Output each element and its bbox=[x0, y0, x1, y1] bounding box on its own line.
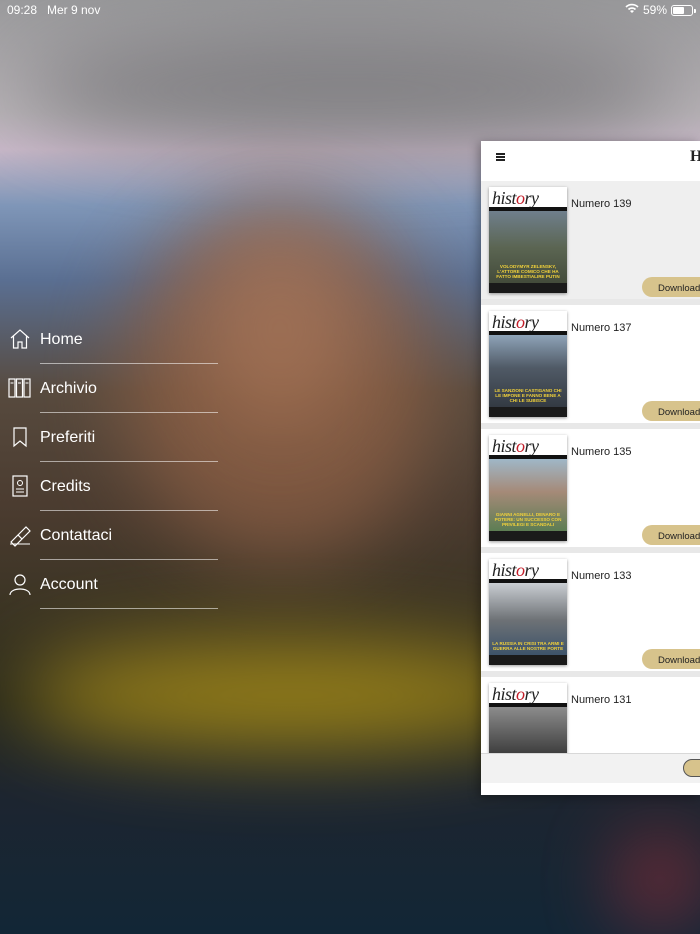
menu-item-account[interactable]: Account bbox=[0, 560, 230, 609]
battery-icon bbox=[671, 4, 696, 16]
issue-list[interactable]: history VOLODYMYR ZELENSKY, L'ATTORE COM… bbox=[481, 181, 700, 753]
issue-cover[interactable]: history GIANNI AGNELLI, DENARO E POTERE:… bbox=[489, 435, 567, 541]
menu-item-credits[interactable]: Credits bbox=[0, 462, 230, 511]
cover-masthead: history bbox=[492, 312, 539, 332]
cover-masthead: history bbox=[492, 436, 539, 456]
issue-row[interactable]: history LE SANZIONI CASTIGANO CHI LE IMP… bbox=[481, 305, 700, 423]
battery-percent: 59% bbox=[642, 3, 667, 17]
panel-footer bbox=[481, 753, 700, 783]
menu-label: Archivio bbox=[40, 380, 97, 397]
menu-item-contattaci[interactable]: Contattaci bbox=[0, 511, 230, 560]
issue-title: Numero 131 bbox=[571, 694, 632, 706]
issue-row[interactable]: history GIANNI AGNELLI, DENARO E POTERE:… bbox=[481, 429, 700, 547]
download-button[interactable]: Download bbox=[642, 401, 700, 421]
home-icon bbox=[8, 327, 32, 351]
cover-caption: LA RUSSIA IN CRISI TRA ARMI E GUERRA ALL… bbox=[492, 641, 564, 651]
status-right: 59% bbox=[625, 3, 696, 17]
download-button[interactable]: Download bbox=[642, 649, 700, 669]
credits-icon bbox=[8, 474, 32, 498]
issue-cover[interactable]: history LA RUSSIA IN CRISI TRA ARMI E GU… bbox=[489, 559, 567, 665]
panel-header: H bbox=[481, 141, 700, 181]
issue-title: Numero 139 bbox=[571, 198, 632, 210]
status-time: 09:28 bbox=[7, 3, 38, 17]
cover-masthead: history bbox=[492, 684, 539, 704]
status-bar: 09:28 Mer 9 nov 59% bbox=[0, 0, 700, 20]
menu-divider bbox=[40, 608, 218, 609]
menu-label: Credits bbox=[40, 478, 91, 495]
menu-item-preferiti[interactable]: Preferiti bbox=[0, 413, 230, 462]
status-date: Mer 9 nov bbox=[47, 3, 101, 17]
issue-title: Numero 133 bbox=[571, 570, 632, 582]
issue-cover[interactable]: history bbox=[489, 683, 567, 753]
wifi-icon bbox=[625, 3, 639, 17]
cover-masthead: history bbox=[492, 560, 539, 580]
archive-panel: H history VOLODYMYR ZELENSKY, L'ATTORE C… bbox=[481, 141, 700, 795]
cover-caption: LE SANZIONI CASTIGANO CHI LE IMPONE E FA… bbox=[494, 388, 562, 403]
issue-cover[interactable]: history LE SANZIONI CASTIGANO CHI LE IMP… bbox=[489, 311, 567, 417]
pen-icon bbox=[8, 523, 32, 547]
app-logo: H bbox=[690, 148, 700, 165]
side-menu: Home Archivio Preferiti Credits Contatta… bbox=[0, 315, 230, 609]
menu-label: Preferiti bbox=[40, 429, 96, 446]
user-icon bbox=[8, 572, 32, 596]
download-button[interactable]: Download bbox=[642, 525, 700, 545]
archive-icon bbox=[8, 376, 32, 400]
issue-cover[interactable]: history VOLODYMYR ZELENSKY, L'ATTORE COM… bbox=[489, 187, 567, 293]
issue-title: Numero 137 bbox=[571, 322, 632, 334]
menu-item-home[interactable]: Home bbox=[0, 315, 230, 364]
issue-row[interactable]: history LA RUSSIA IN CRISI TRA ARMI E GU… bbox=[481, 553, 700, 671]
menu-label: Contattaci bbox=[40, 527, 113, 544]
bookmark-icon bbox=[8, 425, 32, 449]
menu-label: Home bbox=[40, 331, 83, 348]
cover-caption: VOLODYMYR ZELENSKY, L'ATTORE COMICO CHE … bbox=[496, 264, 560, 279]
issue-title: Numero 135 bbox=[571, 446, 632, 458]
panel-bottom bbox=[481, 783, 700, 795]
issue-row[interactable]: history Numero 131 bbox=[481, 677, 700, 753]
menu-item-archivio[interactable]: Archivio bbox=[0, 364, 230, 413]
menu-label: Account bbox=[40, 576, 98, 593]
cover-masthead: history bbox=[492, 188, 539, 208]
footer-action-button[interactable] bbox=[683, 759, 700, 777]
cover-caption: GIANNI AGNELLI, DENARO E POTERE: UN SUCC… bbox=[494, 512, 562, 527]
download-button[interactable]: Download bbox=[642, 277, 700, 297]
issue-row[interactable]: history VOLODYMYR ZELENSKY, L'ATTORE COM… bbox=[481, 181, 700, 299]
hamburger-menu-icon[interactable] bbox=[496, 152, 506, 162]
